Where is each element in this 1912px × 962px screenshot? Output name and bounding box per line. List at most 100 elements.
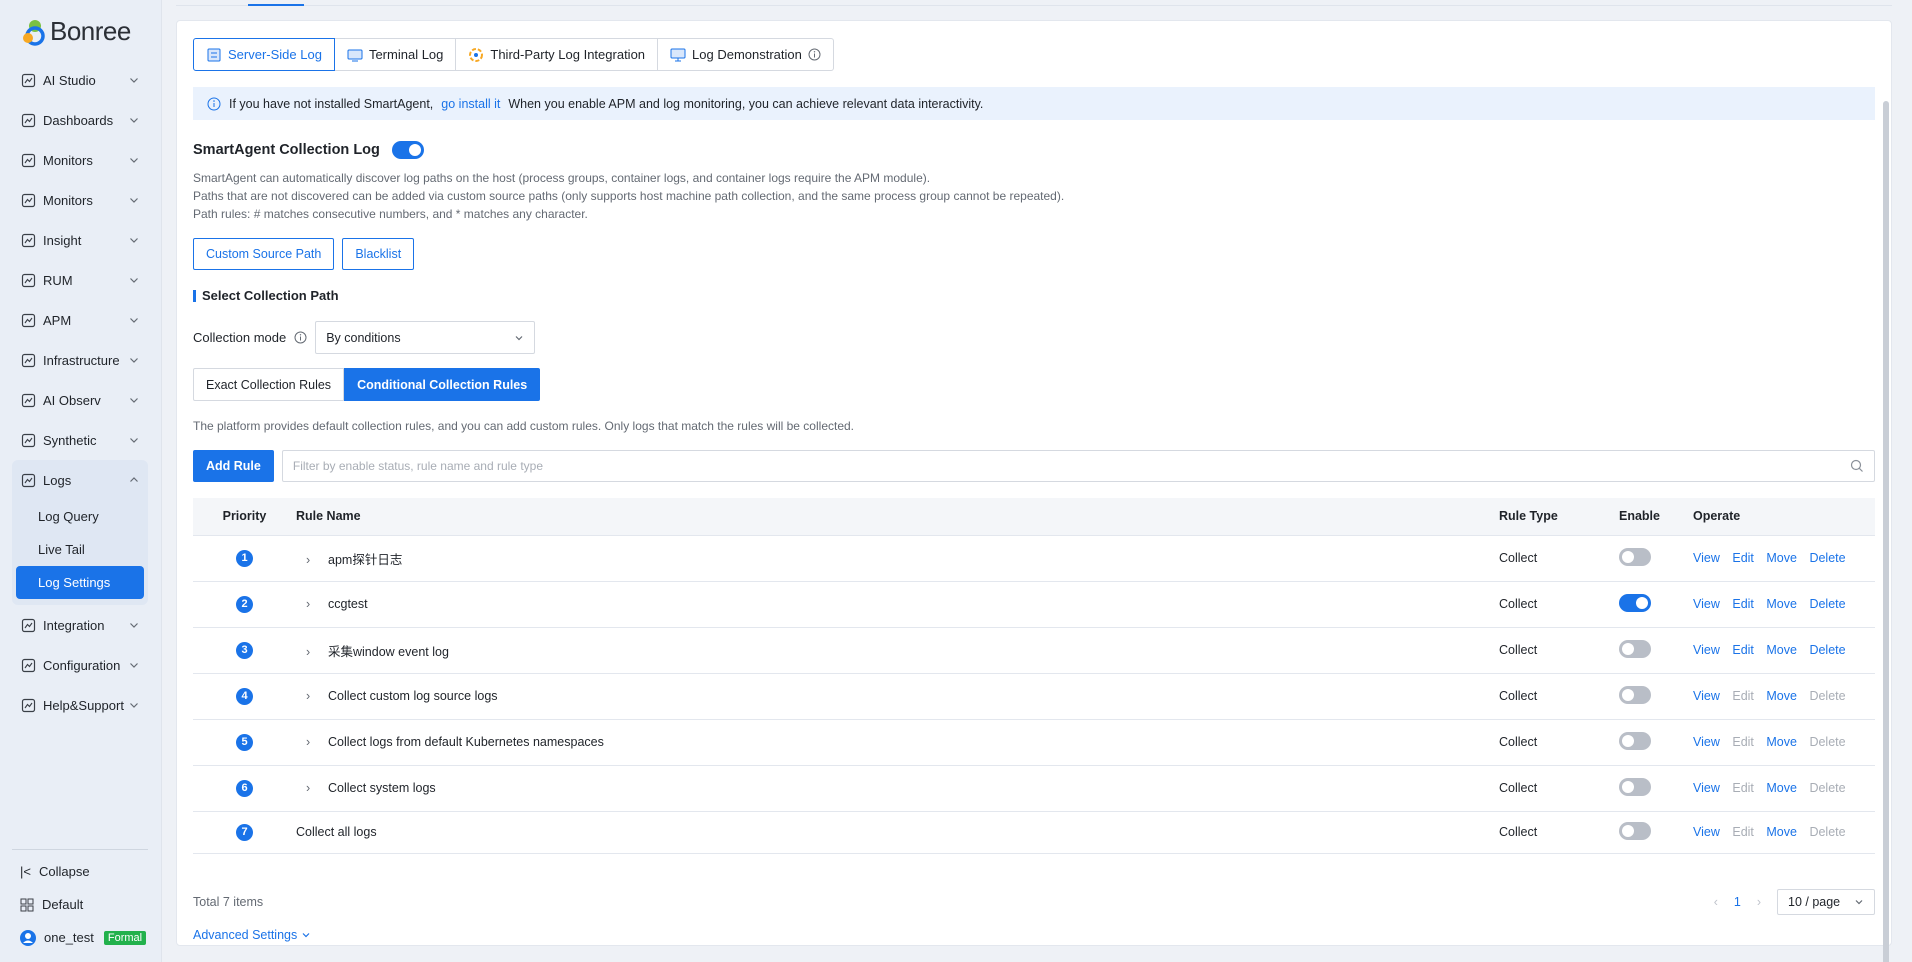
move-link[interactable]: Move xyxy=(1766,689,1797,703)
sidebar-item-rum[interactable]: RUM xyxy=(12,260,148,300)
install-link[interactable]: go install it xyxy=(441,97,500,111)
rule-name-cell: › apm探针日志 xyxy=(296,535,1499,582)
move-link[interactable]: Move xyxy=(1766,551,1797,565)
sidebar-item-configuration[interactable]: Configuration xyxy=(12,645,148,685)
sidebar-subitem-log-settings[interactable]: Log Settings xyxy=(16,566,144,599)
sidebar-item-integration[interactable]: Integration xyxy=(12,605,148,645)
collection-mode-label: Collection mode xyxy=(193,330,287,345)
delete-link[interactable]: Delete xyxy=(1809,597,1845,611)
sidebar-item-logs[interactable]: Logs xyxy=(12,460,148,500)
view-link[interactable]: View xyxy=(1693,643,1720,657)
expand-row-icon[interactable]: › xyxy=(306,781,318,795)
user-menu[interactable]: one_test Formal xyxy=(20,921,147,954)
edit-link[interactable]: Edit xyxy=(1732,689,1754,703)
add-rule-button[interactable]: Add Rule xyxy=(193,450,274,482)
server-icon xyxy=(207,48,221,61)
sidebar-item-monitors[interactable]: Monitors xyxy=(12,140,148,180)
priority-cell: 5 xyxy=(193,719,296,766)
expand-row-icon[interactable]: › xyxy=(306,735,318,749)
rule-type-segment: Exact Collection Rules Conditional Colle… xyxy=(193,368,541,401)
move-link[interactable]: Move xyxy=(1766,781,1797,795)
view-link[interactable]: View xyxy=(1693,551,1720,565)
sidebar-item-ai-studio[interactable]: AI Studio xyxy=(12,60,148,100)
workspace-switcher[interactable]: Default xyxy=(20,888,146,921)
expand-row-icon[interactable]: › xyxy=(306,597,318,611)
rule-type-cell: Collect xyxy=(1499,811,1619,854)
move-link[interactable]: Move xyxy=(1766,597,1797,611)
delete-link[interactable]: Delete xyxy=(1809,551,1845,565)
chevron-down-icon xyxy=(130,438,138,443)
sidebar-item-help-support[interactable]: Help&Support xyxy=(12,685,148,725)
expand-row-icon[interactable]: › xyxy=(306,645,318,659)
info-icon[interactable] xyxy=(808,48,821,61)
brand-logo[interactable]: Bonree xyxy=(22,16,131,47)
scrollbar[interactable] xyxy=(1883,101,1889,962)
edit-link[interactable]: Edit xyxy=(1732,643,1754,657)
smartagent-toggle[interactable] xyxy=(391,141,424,159)
tab-third-party-log-integration[interactable]: Third-Party Log Integration xyxy=(456,38,659,71)
delete-link[interactable]: Delete xyxy=(1809,825,1845,839)
move-link[interactable]: Move xyxy=(1766,825,1797,839)
sidebar-item-dashboards[interactable]: Dashboards xyxy=(12,100,148,140)
rule-enable-toggle[interactable] xyxy=(1619,593,1651,612)
expand-row-icon[interactable]: › xyxy=(306,553,318,567)
advanced-settings-toggle[interactable]: Advanced Settings xyxy=(193,928,311,942)
sidebar-bottom: |< Collapse Default one_test Formal xyxy=(20,855,147,954)
blacklist-button[interactable]: Blacklist xyxy=(342,238,415,270)
page-size-select[interactable]: 10 / page xyxy=(1777,889,1875,915)
sidebar-item-label: APM xyxy=(43,312,72,328)
collection-mode-select[interactable]: By conditions xyxy=(315,321,536,354)
custom-source-path-button[interactable]: Custom Source Path xyxy=(193,238,335,270)
main-panel: Server-Side Log Terminal Log Third-Party… xyxy=(176,20,1892,962)
delete-link[interactable]: Delete xyxy=(1809,781,1845,795)
rule-enable-toggle[interactable] xyxy=(1619,639,1651,658)
delete-link[interactable]: Delete xyxy=(1809,689,1845,703)
page-number[interactable]: 1 xyxy=(1734,895,1741,909)
info-icon[interactable] xyxy=(294,331,307,344)
view-link[interactable]: View xyxy=(1693,689,1720,703)
exact-rules-tab[interactable]: Exact Collection Rules xyxy=(193,368,345,401)
edit-link[interactable]: Edit xyxy=(1732,781,1754,795)
sidebar-item-ai-observ[interactable]: AI Observ xyxy=(12,380,148,420)
view-link[interactable]: View xyxy=(1693,735,1720,749)
sidebar-item-apm[interactable]: APM xyxy=(12,300,148,340)
view-link[interactable]: View xyxy=(1693,825,1720,839)
prev-page-icon[interactable]: ‹ xyxy=(1714,895,1718,909)
collapse-button[interactable]: |< Collapse xyxy=(20,855,146,888)
sidebar-item-insight[interactable]: Insight xyxy=(12,220,148,260)
delete-link[interactable]: Delete xyxy=(1809,735,1845,749)
rule-enable-toggle[interactable] xyxy=(1619,547,1651,566)
rule-enable-toggle[interactable] xyxy=(1619,731,1651,750)
tab-server-side-log[interactable]: Server-Side Log xyxy=(193,38,335,71)
rule-enable-toggle[interactable] xyxy=(1619,821,1651,840)
edit-link[interactable]: Edit xyxy=(1732,551,1754,565)
edit-link[interactable]: Edit xyxy=(1732,735,1754,749)
view-link[interactable]: View xyxy=(1693,781,1720,795)
infrastructure-icon xyxy=(20,352,36,368)
sidebar-subitem-live-tail[interactable]: Live Tail xyxy=(12,533,148,566)
rule-enable-toggle[interactable] xyxy=(1619,685,1651,704)
integration-icon xyxy=(20,617,36,633)
move-link[interactable]: Move xyxy=(1766,643,1797,657)
view-link[interactable]: View xyxy=(1693,597,1720,611)
smartagent-description: SmartAgent can automatically discover lo… xyxy=(193,169,1064,223)
sidebar-item-infrastructure[interactable]: Infrastructure xyxy=(12,340,148,380)
ai-studio-icon xyxy=(20,72,36,88)
sidebar-item-synthetic[interactable]: Synthetic xyxy=(12,420,148,460)
rule-enable-toggle[interactable] xyxy=(1619,777,1651,796)
move-link[interactable]: Move xyxy=(1766,735,1797,749)
table-row: 6 › Collect system logs Collect View Edit… xyxy=(193,765,1875,812)
rule-search-input[interactable]: Filter by enable status, rule name and r… xyxy=(281,450,1875,482)
tab-log-demonstration[interactable]: Log Demonstration xyxy=(658,38,834,71)
tab-terminal-log[interactable]: Terminal Log xyxy=(334,38,457,71)
conditional-rules-tab[interactable]: Conditional Collection Rules xyxy=(344,368,541,401)
delete-link[interactable]: Delete xyxy=(1809,643,1845,657)
sidebar-subitem-log-query[interactable]: Log Query xyxy=(12,500,148,533)
expand-row-icon[interactable]: › xyxy=(306,689,318,703)
edit-link[interactable]: Edit xyxy=(1732,825,1754,839)
search-icon[interactable] xyxy=(1850,459,1864,473)
section-title: Select Collection Path xyxy=(193,289,339,302)
sidebar-item-monitors[interactable]: Monitors xyxy=(12,180,148,220)
edit-link[interactable]: Edit xyxy=(1732,597,1754,611)
next-page-icon[interactable]: › xyxy=(1757,895,1761,909)
